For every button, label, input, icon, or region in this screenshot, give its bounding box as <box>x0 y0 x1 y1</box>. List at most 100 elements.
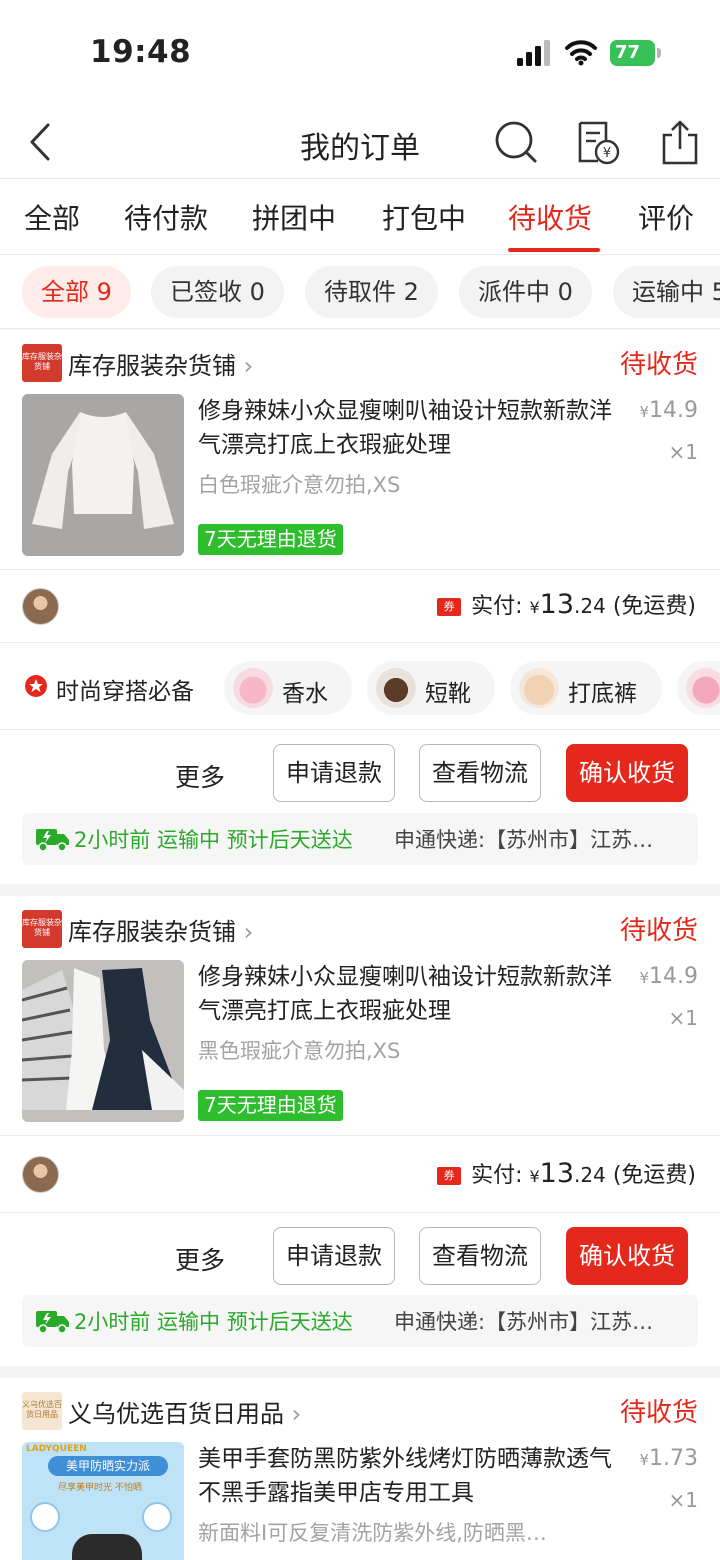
image-headline: 美甲防晒实力派 <box>48 1456 168 1476</box>
product-image[interactable]: LADYQUEEN 美甲防晒实力派 尽享美甲时光 不怕晒 <box>22 1442 184 1560</box>
battery-level: 77 <box>610 40 655 66</box>
order-tabs: 全部 待付款 拼团中 打包中 待收货 评价 <box>0 179 720 255</box>
order-actions: 更多 申请退款 查看物流 确认收货 <box>0 744 720 814</box>
logistics-bar[interactable]: 2小时前 运输中 预计后天送达 申通快递:【苏州市】江苏… <box>22 813 698 865</box>
product-quantity: ×1 <box>668 1488 698 1512</box>
more-button[interactable]: 更多 <box>175 758 225 794</box>
battery-icon: 77 <box>610 40 661 66</box>
chip-signed[interactable]: 已签收 0 <box>151 266 284 318</box>
order-card: 库存服装杂货铺 库存服装杂货铺 › 待收货 修身辣妹小众显瘦喇叭袖设计短款新款洋… <box>0 330 720 884</box>
chip-in-transit[interactable]: 运输中 5 <box>613 266 720 318</box>
shop-logo: 库存服装杂货铺 <box>22 344 62 382</box>
logistics-bar[interactable]: 2小时前 运输中 预计后天送达 申通快递:【苏州市】江苏… <box>22 1295 698 1347</box>
recommend-chip-bag[interactable] <box>677 661 720 715</box>
status-bar: 19:48 77 <box>0 0 720 105</box>
product-price: ¥14.9 <box>639 398 698 423</box>
hot-icon <box>25 675 47 697</box>
chip-delivering[interactable]: 派件中 0 <box>459 266 592 318</box>
confirm-receipt-button[interactable]: 确认收货 <box>566 1227 688 1285</box>
recommend-bar: 时尚穿搭必备 香水 短靴 打底裤 <box>0 644 720 730</box>
truck-icon <box>36 829 69 852</box>
share-icon[interactable] <box>658 119 702 165</box>
image-badge <box>142 1502 172 1532</box>
image-brand: LADYQUEEN <box>26 1444 87 1454</box>
product-spec: 新面料I可反复清洗防紫外线,防晒黑… <box>198 1521 547 1545</box>
filter-chips: 全部 9 已签收 0 待取件 2 派件中 0 运输中 5 <box>0 255 720 329</box>
image-glove <box>72 1534 142 1560</box>
invoice-icon[interactable]: ¥ <box>576 119 620 165</box>
recommend-label: 打底裤 <box>568 681 637 707</box>
recommend-chip-perfume[interactable]: 香水 <box>224 661 352 715</box>
header-area: 19:48 77 我的订单 ¥ 全部 待付款 拼团中 打包中 待收货 评价 <box>0 0 720 255</box>
product-price: ¥14.9 <box>639 964 698 989</box>
coupon-icon: 券 <box>437 598 462 616</box>
recommend-title: 时尚穿搭必备 <box>56 679 194 705</box>
paid-amount: 券实付: ¥13.24 (免运费) <box>437 1157 696 1189</box>
divider <box>0 569 720 570</box>
recommend-chip-boots[interactable]: 短靴 <box>367 661 495 715</box>
shop-logo: 库存服装杂货铺 <box>22 910 62 948</box>
wifi-icon <box>565 40 597 66</box>
tab-all[interactable]: 全部 <box>24 197 80 237</box>
bag-image <box>686 668 720 708</box>
search-icon[interactable] <box>494 119 538 165</box>
refund-button[interactable]: 申请退款 <box>273 744 395 802</box>
shop-name[interactable]: 库存服装杂货铺 › <box>68 912 253 947</box>
product-image[interactable] <box>22 960 184 1122</box>
nav-bar: 我的订单 ¥ <box>0 105 720 179</box>
logistics-status: 2小时前 运输中 预计后天送达 <box>74 1310 353 1334</box>
tab-group-buy[interactable]: 拼团中 <box>252 197 336 237</box>
shop-logo: 义乌优选百货日用品 <box>22 1392 62 1430</box>
svg-text:¥: ¥ <box>603 146 611 161</box>
product-title[interactable]: 美甲手套防黑防紫外线烤灯防晒薄款透气不黑手露指美甲店专用工具 <box>198 1442 613 1510</box>
recommend-label: 香水 <box>282 681 328 707</box>
tab-pending-payment[interactable]: 待付款 <box>124 197 208 237</box>
return-policy-badge: 7天无理由退货 <box>198 524 343 555</box>
view-logistics-button[interactable]: 查看物流 <box>419 744 541 802</box>
logistics-carrier: 申通快递:【苏州市】江苏… <box>394 1310 654 1334</box>
boots-image <box>376 668 416 708</box>
leggings-image <box>519 668 559 708</box>
shop-name[interactable]: 义乌优选百货日用品 › <box>68 1394 301 1429</box>
status-time: 19:48 <box>90 34 192 70</box>
tab-pending-receipt[interactable]: 待收货 <box>508 197 592 237</box>
divider <box>0 729 720 730</box>
product-quantity: ×1 <box>668 440 698 464</box>
product-spec: 白色瑕疵介意勿拍,XS <box>198 473 401 497</box>
product-image[interactable] <box>22 394 184 556</box>
perfume-image <box>233 668 273 708</box>
product-title[interactable]: 修身辣妹小众显瘦喇叭袖设计短款新款洋气漂亮打底上衣瑕疵处理 <box>198 394 613 462</box>
product-title[interactable]: 修身辣妹小众显瘦喇叭袖设计短款新款洋气漂亮打底上衣瑕疵处理 <box>198 960 613 1028</box>
confirm-receipt-button[interactable]: 确认收货 <box>566 744 688 802</box>
order-card: 库存服装杂货铺 库存服装杂货铺 › 待收货 修身辣妹小众显瘦喇叭袖设计短款新款洋… <box>0 896 720 1366</box>
avatar <box>22 588 59 625</box>
divider <box>0 642 720 643</box>
product-spec: 黑色瑕疵介意勿拍,XS <box>198 1039 401 1063</box>
divider <box>0 1135 720 1136</box>
return-policy-badge: 7天无理由退货 <box>198 1090 343 1121</box>
paid-amount: 券实付: ¥13.24 (免运费) <box>437 588 696 620</box>
tab-packing[interactable]: 打包中 <box>382 197 466 237</box>
shop-name[interactable]: 库存服装杂货铺 › <box>68 346 253 381</box>
chip-pickup[interactable]: 待取件 2 <box>305 266 438 318</box>
avatar <box>22 1156 59 1193</box>
product-quantity: ×1 <box>668 1006 698 1030</box>
order-card: 义乌优选百货日用品 义乌优选百货日用品 › 待收货 LADYQUEEN 美甲防晒… <box>0 1378 720 1560</box>
cellular-signal-icon <box>517 40 550 66</box>
more-button[interactable]: 更多 <box>175 1241 225 1277</box>
logistics-carrier: 申通快递:【苏州市】江苏… <box>394 828 654 852</box>
coupon-icon: 券 <box>437 1167 462 1185</box>
view-logistics-button[interactable]: 查看物流 <box>419 1227 541 1285</box>
image-badge <box>30 1502 60 1532</box>
refund-button[interactable]: 申请退款 <box>273 1227 395 1285</box>
tab-review[interactable]: 评价 <box>638 197 694 237</box>
order-status: 待收货 <box>619 1398 698 1428</box>
recommend-label: 短靴 <box>425 681 471 707</box>
logistics-status: 2小时前 运输中 预计后天送达 <box>74 828 353 852</box>
recommend-chip-leggings[interactable]: 打底裤 <box>510 661 662 715</box>
product-price: ¥1.73 <box>639 1446 698 1471</box>
chip-all[interactable]: 全部 9 <box>22 266 131 318</box>
order-status: 待收货 <box>619 916 698 946</box>
divider <box>0 1212 720 1213</box>
tab-active-indicator <box>508 248 600 252</box>
